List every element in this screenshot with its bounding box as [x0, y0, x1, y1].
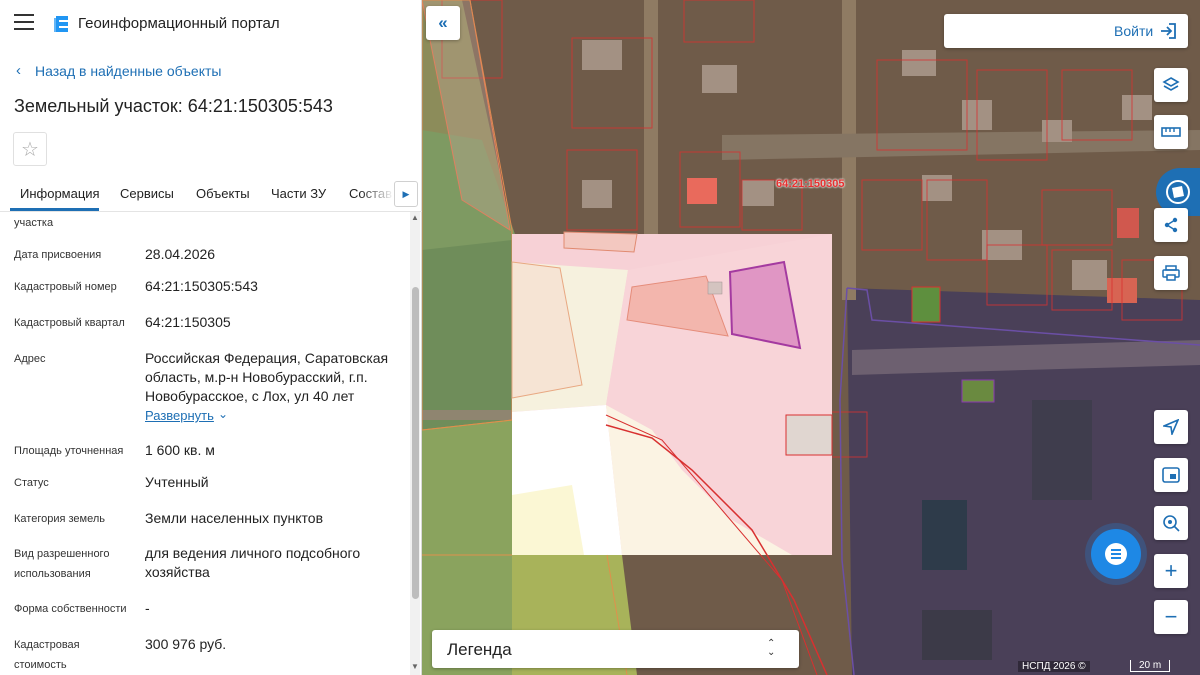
- chat-icon: [1105, 543, 1127, 565]
- info-label-ownership: Форма собственности: [14, 603, 127, 615]
- info-label-address: Адрес: [14, 353, 46, 365]
- print-icon: [1162, 265, 1180, 281]
- info-value-ownership: -: [145, 600, 150, 616]
- scroll-down-icon[interactable]: ▼: [411, 662, 419, 671]
- scroll-up-icon[interactable]: ▲: [411, 213, 419, 222]
- info-value-cadastral-value: 300 976 руб.: [145, 636, 227, 652]
- info-label-cadastral-number: Кадастровый номер: [14, 281, 117, 293]
- expand-address-link[interactable]: Развернуть: [145, 408, 214, 423]
- legend-label: Легенда: [447, 640, 512, 659]
- zoom-out-button[interactable]: −: [1154, 600, 1188, 634]
- back-link-label: Назад в найденные объекты: [35, 62, 222, 79]
- legend-select[interactable]: Легенда ⌃ ⌄: [432, 630, 799, 668]
- tab-bar: Информация Сервисы Объекты Части ЗУ Сост…: [0, 176, 422, 212]
- map-parcel-label: 64:21:150305: [776, 178, 845, 190]
- plus-icon: +: [1164, 558, 1178, 583]
- info-value-cadastral-number: 64:21:150305:543: [145, 278, 258, 294]
- page-title: Земельный участок: 64:21:150305:543: [14, 96, 333, 116]
- info-panel: Геоинформационный портал ‹ Назад в найде…: [0, 0, 422, 675]
- info-label-permitted-use: Вид разрешенного использования: [14, 548, 110, 580]
- info-label-status: Статус: [14, 477, 49, 489]
- top-bar: Геоинформационный портал: [0, 0, 422, 48]
- my-location-button[interactable]: [1154, 506, 1188, 540]
- chevron-right-icon: ▶: [402, 188, 410, 199]
- layers-icon: [1162, 77, 1180, 91]
- tabs-fade: [360, 178, 394, 210]
- favorite-button[interactable]: ☆: [13, 132, 47, 166]
- info-value-address: Российская Федерация, Саратовская област…: [145, 350, 389, 404]
- share-button[interactable]: [1154, 208, 1188, 242]
- print-button[interactable]: [1154, 256, 1188, 290]
- portal-title: Геоинформационный портал: [78, 15, 280, 32]
- app-root: Геоинформационный портал ‹ Назад в найде…: [0, 0, 1200, 675]
- tab-parcel-parts[interactable]: Части ЗУ: [271, 186, 326, 201]
- info-label-assign-date: Дата присвоения: [14, 249, 102, 261]
- map-imagery: [422, 0, 1200, 675]
- map-canvas[interactable]: [422, 0, 1200, 675]
- double-chevron-left-icon: «: [438, 13, 448, 32]
- info-value-land-category: Земли населенных пунктов: [145, 510, 324, 526]
- info-value-status: Учтенный: [145, 474, 209, 490]
- tab-information[interactable]: Информация: [20, 186, 100, 201]
- zoom-in-button[interactable]: +: [1154, 554, 1188, 588]
- minimap-button[interactable]: [1154, 458, 1188, 492]
- sort-arrows-icon: ⌃ ⌄: [767, 638, 776, 658]
- back-to-results-link[interactable]: ‹ Назад в найденные объекты: [16, 62, 221, 79]
- scale-bar: 20 m: [1130, 660, 1171, 672]
- login-label: Войти: [1114, 23, 1154, 39]
- tab-services[interactable]: Сервисы: [120, 186, 174, 201]
- tab-objects[interactable]: Объекты: [196, 186, 250, 201]
- copyright: НСПД 2026 ©: [1018, 661, 1090, 672]
- collapse-panel-button[interactable]: «: [426, 6, 460, 40]
- info-list: участка Дата присвоения 28.04.2026 Кадас…: [0, 212, 410, 675]
- info-label-cadastral-value: Кадастровая стоимость: [14, 639, 80, 671]
- login-icon: [1161, 23, 1176, 39]
- menu-icon[interactable]: [14, 14, 34, 32]
- info-label-area: Площадь уточненная: [14, 445, 124, 457]
- scrollbar-thumb[interactable]: [412, 287, 419, 599]
- chat-button[interactable]: [1091, 529, 1141, 579]
- info-value-assign-date: 28.04.2026: [145, 246, 216, 262]
- layers-button[interactable]: [1154, 68, 1188, 102]
- minus-icon: −: [1164, 604, 1178, 629]
- navigation-arrow-icon: [1163, 419, 1179, 435]
- chevron-left-icon: ‹: [16, 62, 21, 79]
- chevron-down-icon[interactable]: ⌄: [218, 407, 228, 421]
- star-icon: ☆: [21, 138, 39, 161]
- info-value-permitted-use: для ведения личного подсобного хозяйства: [145, 545, 361, 580]
- info-label-cut: участка: [14, 217, 54, 229]
- login-button[interactable]: Войти: [944, 14, 1188, 48]
- navigate-button[interactable]: [1154, 410, 1188, 444]
- measure-button[interactable]: [1154, 115, 1188, 149]
- info-label-cadastral-quarter: Кадастровый квартал: [14, 317, 125, 329]
- info-value-area: 1 600 кв. м: [145, 442, 215, 458]
- share-icon: [1164, 217, 1178, 233]
- portal-logo-icon: [54, 16, 68, 32]
- tabs-next-button[interactable]: ▶: [394, 181, 418, 207]
- map-info-icon: [1166, 180, 1190, 204]
- minimap-icon: [1162, 467, 1180, 483]
- location-search-icon: [1163, 515, 1180, 532]
- info-value-cadastral-quarter: 64:21:150305: [145, 314, 231, 330]
- ruler-icon: [1161, 127, 1181, 137]
- info-label-land-category: Категория земель: [14, 513, 105, 525]
- active-tab-indicator: [10, 208, 99, 211]
